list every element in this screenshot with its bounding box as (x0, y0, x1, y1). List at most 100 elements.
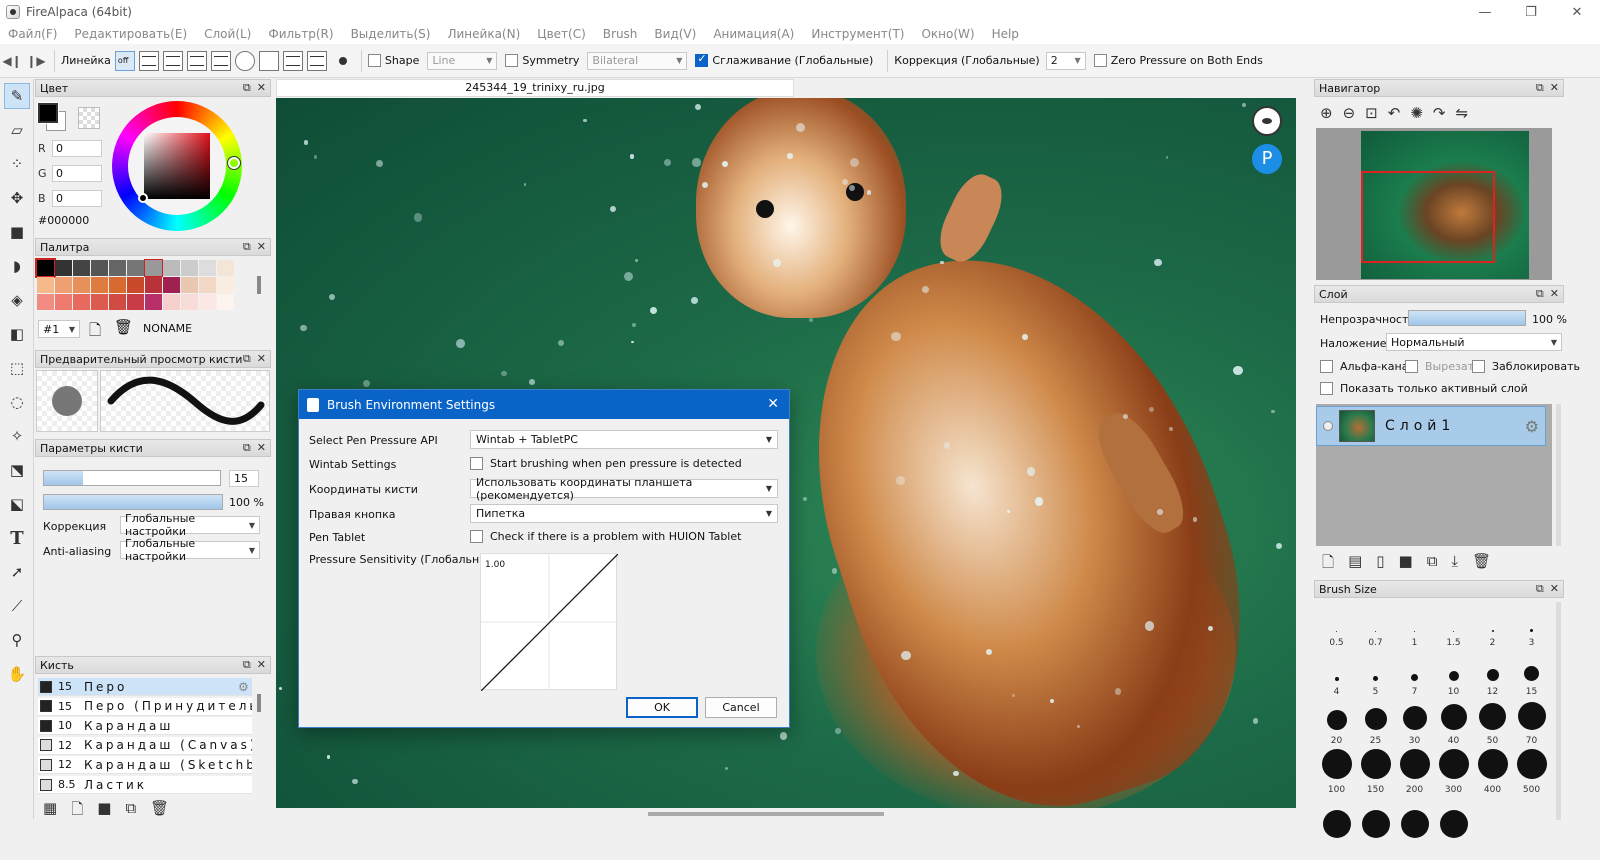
eraser-tool-icon[interactable]: ▱ (4, 117, 30, 143)
menu-select[interactable]: Выделить(S) (351, 27, 431, 41)
foreground-color-swatch[interactable] (37, 102, 59, 124)
brush-list-item[interactable]: 10 Карандаш (38, 717, 252, 736)
merge-down-icon[interactable]: ⤓ (1451, 552, 1458, 577)
correction-select[interactable]: 2 ▼ (1045, 51, 1086, 70)
palette-swatch[interactable] (217, 277, 234, 293)
lock-option[interactable]: Заблокировать (1472, 360, 1580, 373)
brush-size-option[interactable]: 7 (1395, 651, 1434, 700)
alpha-protect-option[interactable]: Альфа-кана. (1320, 360, 1412, 373)
undock-icon[interactable]: ⧉ (1536, 582, 1544, 596)
new-folder-icon[interactable]: ■ (1399, 552, 1413, 577)
canvas-horizontal-scrollbar[interactable] (276, 808, 1296, 820)
pen-tablet-checkbox[interactable] (470, 530, 483, 543)
duplicate-layer-icon[interactable]: ⧉ (1427, 552, 1438, 577)
brush-opacity-slider[interactable] (43, 494, 223, 510)
palette-swatch[interactable] (144, 259, 163, 277)
reset-rotation-icon[interactable]: ✺ (1410, 104, 1423, 122)
minimize-button[interactable]: — (1462, 0, 1508, 24)
palette-swatch[interactable] (73, 294, 90, 310)
select-eraser-tool-icon[interactable]: ⬕ (4, 491, 30, 517)
brush-list-scrollbar[interactable] (257, 694, 261, 712)
menu-layer[interactable]: Слой(L) (204, 27, 251, 41)
layer-scrollbar[interactable] (1556, 404, 1561, 546)
brush-size-option[interactable]: 400 (1473, 749, 1512, 798)
curve-ruler-icon[interactable] (258, 50, 279, 71)
wintab-option[interactable]: Start brushing when pen pressure is dete… (470, 457, 742, 470)
palette-swatch[interactable] (109, 260, 126, 276)
brush-tool-icon[interactable]: ✎ (4, 83, 30, 109)
brush-size-option[interactable]: 10 (1434, 651, 1473, 700)
fill-lasso-tool-icon[interactable]: ◗ (4, 253, 30, 279)
brush-size-option[interactable]: 3 (1512, 602, 1551, 651)
navigator-viewport-rect[interactable] (1361, 171, 1495, 263)
palette-swatch[interactable] (199, 260, 216, 276)
panel-close-icon[interactable]: ✕ (1550, 287, 1559, 301)
transparent-color-swatch[interactable] (78, 107, 100, 129)
menu-ruler[interactable]: Линейка(N) (447, 27, 520, 41)
palette-swatch[interactable] (55, 277, 72, 293)
brush-size-option[interactable]: 300 (1434, 749, 1473, 798)
brush-list-item[interactable]: 12 Карандаш (Canvas) (38, 736, 252, 755)
brush-size-option[interactable]: 40 (1434, 700, 1473, 749)
undo-icon[interactable]: ◀❙ (0, 49, 24, 73)
brush-size-option[interactable]: 500 (1512, 749, 1551, 798)
brush-size-option[interactable]: 1.5 (1434, 602, 1473, 651)
eyedropper-tool-icon[interactable]: ⚲ (4, 627, 30, 653)
redo-icon[interactable]: ❙▶ (24, 49, 48, 73)
menu-tool[interactable]: Инструмент(T) (811, 27, 904, 41)
palette-index-select[interactable]: #1 ▼ (38, 320, 80, 338)
zero-pressure-option[interactable]: Zero Pressure on Both Ends (1093, 54, 1263, 67)
menu-view[interactable]: Вид(V) (654, 27, 696, 41)
alpaca-mascot-icon[interactable] (1252, 106, 1282, 136)
layer-opacity-slider[interactable] (1408, 310, 1526, 326)
menu-filter[interactable]: Фильтр(R) (268, 27, 333, 41)
document-tab[interactable]: 245344_19_trinixy_ru.jpg (276, 79, 794, 97)
text-tool-icon[interactable]: T (4, 525, 30, 551)
lasso-tool-icon[interactable]: ◌ (4, 389, 30, 415)
color-wheel[interactable] (112, 101, 242, 231)
panel-close-icon[interactable]: ✕ (257, 240, 266, 254)
snap-dot-icon[interactable] (338, 56, 347, 65)
brush-size-option[interactable]: 2 (1473, 602, 1512, 651)
brush-grid-icon[interactable]: ▦ (43, 799, 57, 824)
palette-swatch[interactable] (163, 294, 180, 310)
shape-select[interactable]: Line ▼ (427, 51, 498, 70)
menu-color[interactable]: Цвет(C) (537, 27, 586, 41)
red-input[interactable]: 0 (52, 140, 102, 157)
concentric-ruler-icon[interactable] (186, 50, 207, 71)
new-8bit-layer-icon[interactable]: ▤ (1348, 552, 1362, 577)
undock-icon[interactable]: ⧉ (243, 240, 251, 254)
brush-size-option[interactable]: 30 (1395, 700, 1434, 749)
panel-close-icon[interactable]: ✕ (1550, 81, 1559, 95)
green-input[interactable]: 0 (52, 165, 102, 182)
menu-animation[interactable]: Анимация(A) (713, 27, 794, 41)
close-button[interactable]: ✕ (1554, 0, 1600, 24)
blue-input[interactable]: 0 (52, 190, 102, 207)
brush-size-option[interactable]: 70 (1512, 700, 1551, 749)
hand-tool-icon[interactable]: ✋ (4, 661, 30, 687)
ok-button[interactable]: OK (626, 697, 698, 718)
brush-list-item[interactable]: 12 Карандаш (Sketchbook) (38, 756, 252, 775)
palette-swatch[interactable] (127, 294, 144, 310)
palette-swatch[interactable] (91, 277, 108, 293)
smoothing-option[interactable]: Сглаживание (Глобальные) (695, 52, 873, 67)
brush-size-scrollbar[interactable] (1556, 602, 1561, 820)
undock-icon[interactable]: ⧉ (243, 658, 251, 672)
operation-tool-icon[interactable]: ➚ (4, 559, 30, 585)
panel-close-icon[interactable]: ✕ (257, 352, 266, 366)
brush-settings-icon[interactable]: ⚙ (238, 680, 252, 694)
menu-help[interactable]: Help (992, 27, 1019, 41)
blend-mode-select[interactable]: Нормальный ▼ (1386, 333, 1562, 351)
magic-wand-tool-icon[interactable]: ✧ (4, 423, 30, 449)
zoom-fit-icon[interactable]: ⊡ (1365, 104, 1378, 122)
new-palette-icon[interactable]: 🗋 (89, 320, 101, 345)
palette-swatch[interactable] (217, 294, 234, 310)
layer-settings-icon[interactable]: ⚙ (1525, 417, 1539, 436)
flip-horizontal-icon[interactable]: ⇋ (1455, 104, 1468, 122)
gradient-tool-icon[interactable]: ◧ (4, 321, 30, 347)
grid-ruler-icon[interactable] (282, 50, 303, 71)
new-brush-icon[interactable]: 🗋 (71, 799, 83, 824)
zero-pressure-checkbox[interactable] (1093, 54, 1107, 67)
brush-folder-icon[interactable]: ■ (97, 799, 111, 824)
undock-icon[interactable]: ⧉ (243, 352, 251, 366)
